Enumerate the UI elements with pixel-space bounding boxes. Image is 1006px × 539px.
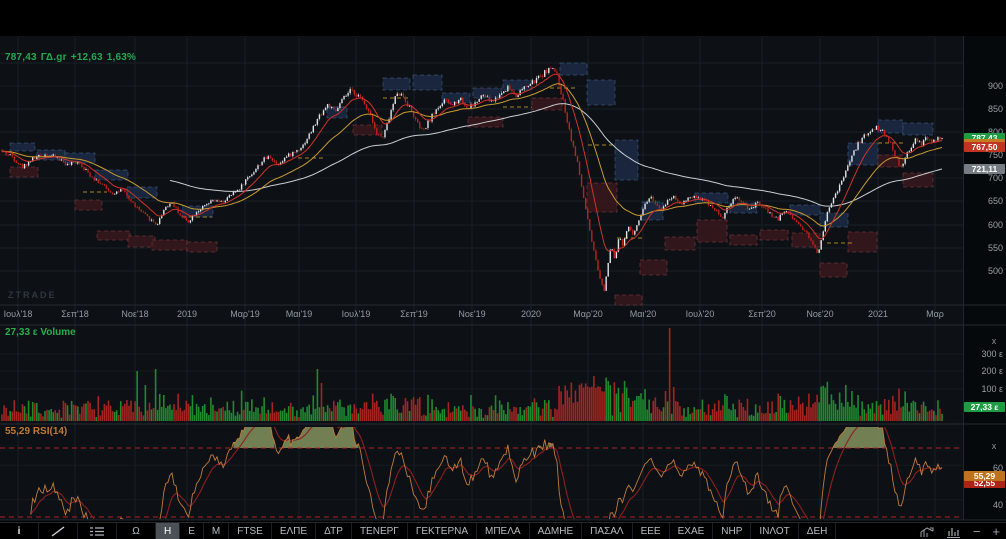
chart-style-button[interactable] — [914, 523, 941, 539]
volume-toggle-button[interactable] — [941, 523, 967, 539]
date-axis-tick: 2020 — [520, 309, 542, 319]
pencil-line-icon — [51, 526, 65, 537]
last-price-text: 787,43 — [5, 52, 37, 63]
date-axis-tick: Μαρ'20 — [573, 309, 603, 319]
change-text: +12,63 — [70, 52, 103, 63]
chart-canvas[interactable] — [0, 0, 1006, 539]
ticker-button-ΑΔΜΗΕ[interactable]: ΑΔΜΗΕ — [530, 523, 583, 539]
rsi-value-badge: 55,29 — [964, 471, 1005, 481]
date-axis-tick: 2019 — [176, 309, 198, 319]
ticker-button-ΕΕΕ[interactable]: ΕΕΕ — [633, 523, 670, 539]
volume-axis-tick: 200 ε — [981, 366, 1003, 376]
date-axis-tick: Ιουλ'18 — [3, 309, 33, 319]
price-axis-tick: 850 — [987, 104, 1003, 114]
ticker-button-ΙΝΛΟΤ[interactable]: ΙΝΛΟΤ — [751, 523, 799, 539]
mid-ma-price-badge: 767,50 — [964, 142, 1005, 152]
watchlist-button[interactable] — [78, 523, 117, 539]
slow-ma-price-badge: 721,11 — [964, 164, 1005, 174]
date-axis-tick: Νοε'18 — [121, 309, 149, 319]
price-axis-tick: 900 — [987, 81, 1003, 91]
volume-badge: 27,33 ε — [964, 402, 1005, 412]
timeframe-button-M[interactable]: M — [204, 523, 230, 539]
volume-axis-tick: 300 ε — [981, 349, 1003, 359]
draw-tool-button[interactable] — [39, 523, 78, 539]
bottom-toolbar: i Ω HEM FTSE ΕΛΠΕ ΔΤΡ ΤΕΝΕΡΓ ΓΕΚΤΕΡΝΑ ΜΠΕΛΑ ΑΔ… — [0, 522, 1006, 539]
ticker-button-ΔΤΡ[interactable]: ΔΤΡ — [316, 523, 352, 539]
ztrade-watermark: ZTRADE — [8, 290, 57, 300]
rsi-axis-tick: 40 — [992, 500, 1003, 510]
price-axis-tick: 700 — [987, 173, 1003, 183]
date-axis-tick: Μαρ'19 — [230, 309, 260, 319]
ticker-button-ΕΛΠΕ[interactable]: ΕΛΠΕ — [272, 523, 317, 539]
price-axis-tick: 600 — [987, 220, 1003, 230]
date-axis-tick: Μαι'19 — [285, 309, 313, 319]
volume-axis-tick: 100 ε — [981, 384, 1003, 394]
date-axis-tick: Σεπ'19 — [400, 309, 428, 319]
ticker-button-ΝΗΡ[interactable]: ΝΗΡ — [713, 523, 752, 539]
volume-label-text: Volume — [40, 327, 76, 338]
list-icon — [90, 527, 104, 536]
ticker-button-ΔΕΗ[interactable]: ΔΕΗ — [799, 523, 837, 539]
ticker-button-ΓΕΚΤΕΡΝΑ[interactable]: ΓΕΚΤΕΡΝΑ — [408, 523, 477, 539]
date-axis-tick: Ιουλ'19 — [341, 309, 371, 319]
date-axis-tick: Σεπ'18 — [61, 309, 89, 319]
trading-app-window: 787,43 ΓΔ.gr +12,63 1,63% ZTRADE 27,33 ε Vo… — [0, 0, 1006, 539]
ticker-button-ΠΑΣΑΛ[interactable]: ΠΑΣΑΛ — [582, 523, 633, 539]
date-axis-tick: 2021 — [867, 309, 889, 319]
date-axis-tick: Σεπ'20 — [748, 309, 776, 319]
zoom-in-button[interactable]: + — [986, 523, 1006, 539]
close-rsi-pane-button[interactable]: x — [989, 442, 999, 452]
date-axis-tick: Μαι'20 — [629, 309, 657, 319]
date-axis-tick: Ιουλ'20 — [685, 309, 715, 319]
timeframe-button-H[interactable]: H — [156, 523, 181, 539]
close-volume-pane-button[interactable]: x — [989, 337, 999, 347]
date-axis-tick: Νοε'20 — [806, 309, 834, 319]
ticker-button-ΕΧΑΕ[interactable]: ΕΧΑΕ — [670, 523, 714, 539]
ticker-button-ΜΠΕΛΑ[interactable]: ΜΠΕΛΑ — [477, 523, 530, 539]
price-axis-tick: 550 — [987, 243, 1003, 253]
date-axis-tick: Μαρ — [926, 309, 944, 319]
timeframe-button-E[interactable]: E — [180, 523, 204, 539]
rsi-label-text: RSI(14) — [32, 426, 68, 437]
trend-chart-icon — [920, 526, 934, 537]
info-button[interactable]: i — [0, 523, 39, 539]
ticker-button-ΤΕΝΕΡΓ[interactable]: ΤΕΝΕΡΓ — [352, 523, 408, 539]
symbol-text: ΓΔ.gr — [40, 52, 67, 63]
volume-value-text: 27,33 ε — [5, 327, 38, 338]
price-axis-tick: 500 — [987, 266, 1003, 276]
rsi-value-text: 55,29 — [5, 426, 31, 437]
omega-button[interactable]: Ω — [117, 523, 156, 539]
symbol-quote-header: 787,43 ΓΔ.gr +12,63 1,63% — [5, 52, 140, 63]
ticker-button-FTSE[interactable]: FTSE — [229, 523, 272, 539]
change-pct-text: 1,63% — [106, 52, 137, 63]
price-axis-tick: 650 — [987, 196, 1003, 206]
date-axis-tick: Νοε'19 — [458, 309, 486, 319]
histogram-icon — [946, 527, 960, 538]
zoom-out-button[interactable]: − — [967, 523, 987, 539]
